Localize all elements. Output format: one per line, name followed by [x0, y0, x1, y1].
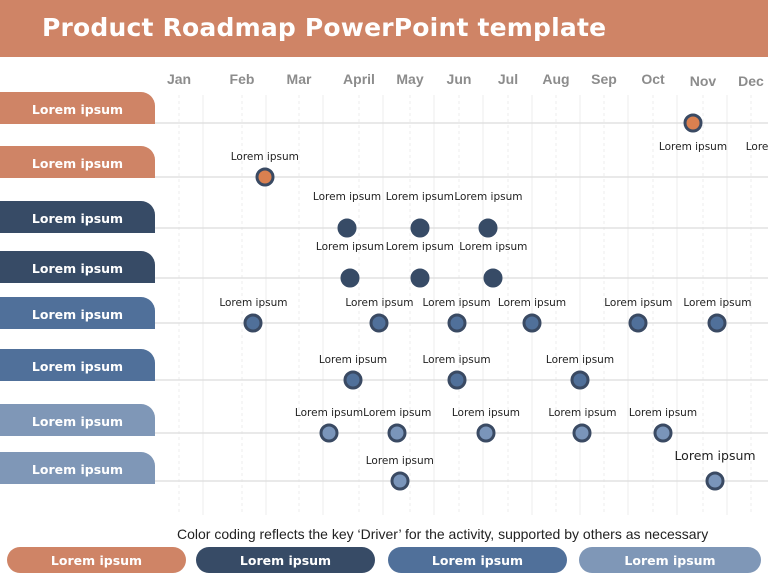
- milestone-dot: [390, 471, 410, 491]
- milestone-dot: [653, 423, 673, 443]
- milestone-dot: [707, 313, 727, 333]
- milestone-label: Lorem ipsum: [497, 297, 567, 309]
- legend-item-orange: Lorem ipsum: [7, 547, 186, 573]
- milestone-dot: [705, 471, 725, 491]
- milestone-label: Lorem ipsum: [385, 241, 454, 253]
- month-label: Aug: [542, 71, 570, 87]
- milestone-dot: [319, 423, 339, 443]
- milestone-dot: [570, 370, 590, 390]
- month-label: May: [396, 71, 424, 87]
- row-label-tab: Lorem ipsum: [0, 201, 155, 233]
- milestone-dot: [387, 423, 407, 443]
- milestone-label: Lorem ipsum: [318, 354, 388, 366]
- row-label-tab: Lorem ipsum: [0, 146, 155, 178]
- milestone-dot: [337, 218, 357, 238]
- milestone-dot: [410, 218, 430, 238]
- legend-item-light-steel: Lorem ipsum: [579, 547, 761, 573]
- milestone-label: Lorem ipsum: [363, 407, 432, 419]
- milestone-label: Lorem ipsum: [628, 407, 698, 419]
- milestone-label: Lorem ipsum: [315, 241, 385, 253]
- milestone-label: Lorem ipsum: [312, 191, 382, 203]
- month-label: Jun: [446, 71, 472, 87]
- milestone-label: Lorem ipsum: [385, 191, 454, 203]
- row-label-tab: Lorem ipsum: [0, 251, 155, 283]
- milestone-label: Lorem ipsum: [454, 191, 523, 203]
- milestone-dot: [343, 370, 363, 390]
- title-banner: Product Roadmap PowerPoint template: [0, 0, 768, 57]
- row-label-tab: Lorem ipsum: [0, 92, 155, 124]
- month-label: Feb: [229, 71, 255, 87]
- milestone-dot: [628, 313, 648, 333]
- row-label-tab: Lorem ipsum: [0, 452, 155, 484]
- color-coding-caption: Color coding reflects the key ‘Driver’ f…: [177, 526, 709, 542]
- milestone-label: Lorem ipsum: [365, 455, 434, 467]
- milestone-dot: [522, 313, 542, 333]
- milestone-dot: [683, 113, 703, 133]
- month-label: Sep: [591, 71, 617, 87]
- legend-item-steel: Lorem ipsum: [388, 547, 567, 573]
- month-label: April: [343, 71, 375, 87]
- milestone-label: Lorem ipsum: [459, 241, 528, 253]
- milestone-label: Lorem ipsum: [745, 141, 768, 153]
- legend-item-navy: Lorem ipsum: [196, 547, 375, 573]
- milestone-label: Lorem ipsum: [674, 448, 756, 463]
- milestone-label: Lorem ipsum: [658, 141, 728, 153]
- milestone-label: Lorem ipsum: [548, 407, 617, 419]
- milestone-dot: [572, 423, 592, 443]
- milestone-dot: [447, 313, 467, 333]
- milestone-label: Lorem ipsum: [422, 297, 491, 309]
- milestone-dot: [340, 268, 360, 288]
- milestone-dot: [255, 167, 275, 187]
- row-label-tab: Lorem ipsum: [0, 404, 155, 436]
- milestone-label: Lorem ipsum: [422, 354, 491, 366]
- slide-title: Product Roadmap PowerPoint template: [42, 13, 607, 42]
- milestone-label: Lorem ipsum: [345, 297, 414, 309]
- milestone-label: Lorem ipsum: [219, 297, 288, 309]
- milestone-label: Lorem ipsum: [683, 297, 752, 309]
- row-label-tab: Lorem ipsum: [0, 349, 155, 381]
- milestone-dot: [369, 313, 389, 333]
- row-label-tab: Lorem ipsum: [0, 297, 155, 329]
- milestone-label: Lorem ipsum: [230, 151, 299, 163]
- milestone-dot: [410, 268, 430, 288]
- month-label: Jan: [166, 71, 192, 87]
- month-label: Oct: [641, 71, 665, 87]
- milestone-label: Lorem ipsum: [545, 354, 615, 366]
- month-label: Jul: [497, 71, 519, 87]
- milestone-dot: [483, 268, 503, 288]
- month-label: Dec: [738, 73, 764, 89]
- milestone-label: Lorem ipsum: [604, 297, 673, 309]
- month-label: Nov: [689, 73, 717, 89]
- milestone-dot: [476, 423, 496, 443]
- milestone-dot: [447, 370, 467, 390]
- milestone-label: Lorem ipsum: [451, 407, 521, 419]
- month-label: Mar: [286, 71, 312, 87]
- milestone-dot: [478, 218, 498, 238]
- milestone-dot: [243, 313, 263, 333]
- milestone-label: Lorem ipsum: [294, 407, 364, 419]
